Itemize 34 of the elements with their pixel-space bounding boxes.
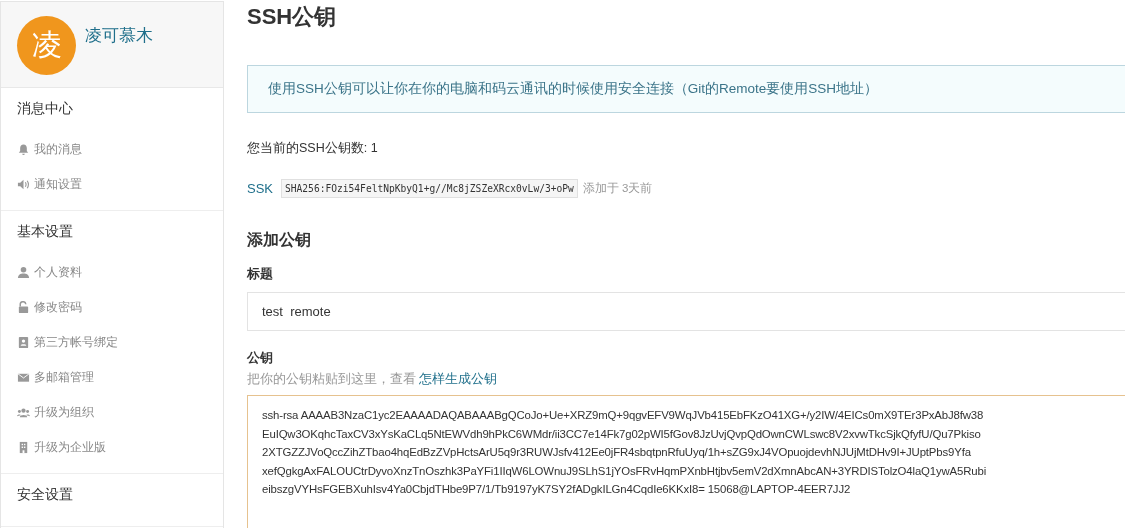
building-icon bbox=[17, 441, 30, 454]
bell-icon bbox=[17, 143, 30, 156]
added-time: 添加于 3天前 bbox=[582, 181, 653, 196]
page-title: SSH公钥 bbox=[247, 3, 338, 31]
field-label: 公钥 bbox=[247, 350, 274, 367]
field-label: 标题 bbox=[247, 266, 274, 283]
sidebar-item[interactable]: 第三方帐号绑定 bbox=[34, 334, 118, 351]
title-input-field[interactable]: test remote bbox=[247, 292, 1125, 331]
sidebar-item[interactable]: 升级为企业版 bbox=[34, 439, 106, 456]
sidebar-item[interactable]: 多邮箱管理 bbox=[34, 369, 94, 386]
key-name-link[interactable]: SSK bbox=[247, 181, 273, 196]
key-fingerprint: SHA256:FOzi54FeltNpKbyQ1+g//Mc8jZSZeXRcx0vLw/3+oPw bbox=[281, 179, 578, 198]
lock-icon bbox=[17, 301, 30, 314]
field-hint: 把你的公钥粘贴到这里，查看 bbox=[247, 372, 416, 386]
sidebar-item[interactable]: 个人资料 bbox=[34, 264, 82, 281]
user-name-link[interactable]: 凌可慕木 bbox=[85, 24, 153, 47]
user-icon bbox=[17, 266, 30, 279]
menu-group-title: 基本设置 bbox=[17, 222, 74, 241]
public-key-text-field[interactable]: ssh-rsa AAAAB3NzaC1yc2EAAAADAQABAAABgQCoJo+Ue+XRZ9mQ+9qgvEFV9WqJVb415EbFKzO41XG+/y2IW/4EICs0mX9TEr3PxAbJ8fw38 EuIQw3OKqhcTaxCV3xYsKaCLq5NtEWVdh9hPkC6WMdr/ii3CC7e14Fk7g02pWI5fGov8JzUvjQvpQdOwnCWLswc8V2xvwTkcSjkQfyfU/Qu7Pkiso 2XTGZZJVoQccZihZTbao4hqEdBzZVpHctsArU5q9r3RUWJsfv412Ee0jFR4sbqtpnRfuUyq/1h+sZG9xJ4VOpuojdevhNJUjMtDHv9I+JUptPbs9Yfa xefQgkgAxFALOUCtrDyvoXnzTnOszhk3PaYFi1IIqW6LOWnuJ9SLhS1jYOsFRvHqmPXnbHtjbv5emV2dXmnAbcAN+3YRDISTolzO4laQ1ywA5Rubi eibszgVYHsFGEBXuhIsv4Ya0CbjdTHbe9P7/1/Tb9197yK7SY2fADgkILGn4CqdIe6KKxI8= 15068@LAPTOP-4EER7JJ2 bbox=[247, 395, 1125, 528]
group-icon bbox=[17, 406, 30, 419]
avatar: 凌 bbox=[17, 16, 76, 75]
sidebar-item[interactable]: 通知设置 bbox=[34, 176, 82, 193]
sidebar-item[interactable]: 我的消息 bbox=[34, 141, 82, 158]
sidebar-item[interactable]: 修改密码 bbox=[34, 299, 82, 316]
sidebar-item[interactable]: 升级为组织 bbox=[34, 404, 94, 421]
help-link[interactable]: 怎样生成公钥 bbox=[419, 372, 498, 386]
section-title: 添加公钥 bbox=[247, 230, 312, 250]
info-notice: 使用SSH公钥可以让你在你的电脑和码云通讯的时候使用安全连接（Git的Remote要使用SSH地址） bbox=[247, 65, 1125, 113]
mail-icon bbox=[17, 371, 30, 384]
card-icon bbox=[17, 336, 30, 349]
menu-group-title: 安全设置 bbox=[17, 485, 74, 504]
speaker-icon bbox=[17, 178, 30, 191]
key-count-text: 您当前的SSH公钥数: 1 bbox=[247, 140, 379, 157]
menu-group-title: 消息中心 bbox=[17, 99, 74, 118]
